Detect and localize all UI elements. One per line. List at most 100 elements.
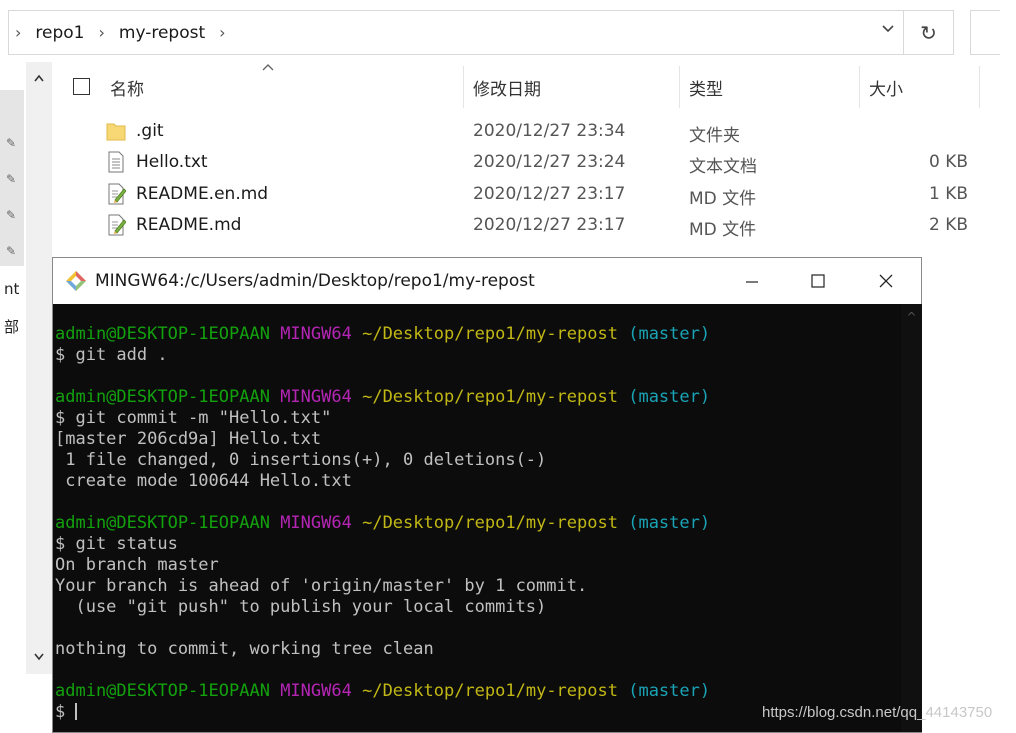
column-header-name[interactable]: 名称 <box>110 66 144 108</box>
file-size: 2 KB <box>928 215 968 235</box>
file-row[interactable]: Hello.txt 2020/12/27 23:24 文本文档 0 KB <box>60 147 980 178</box>
nav-scrollbar[interactable] <box>26 94 52 674</box>
watermark: https://blog.csdn.net/qq_44143750 <box>762 704 993 721</box>
search-input[interactable] <box>970 10 1000 55</box>
md-file-icon <box>108 183 126 205</box>
pin-icon[interactable]: ✎ <box>6 172 16 186</box>
address-dropdown-icon[interactable] <box>881 21 895 39</box>
terminal-line: $ git status <box>55 534 178 554</box>
sort-ascending-icon <box>262 60 274 75</box>
column-header-modified[interactable]: 修改日期 <box>473 66 541 108</box>
prompt-path: ~/Desktop/repo1/my-repost <box>362 513 618 533</box>
refresh-icon: ↻ <box>920 20 937 45</box>
prompt-user: admin@DESKTOP-1EOPAAN <box>55 324 270 344</box>
column-divider[interactable] <box>463 66 464 108</box>
maximize-icon <box>811 274 825 288</box>
navigation-pane[interactable]: ✎ ✎ ✎ ✎ nt 部 <box>0 62 52 712</box>
file-name: Hello.txt <box>136 152 208 172</box>
prompt-path: ~/Desktop/repo1/my-repost <box>362 387 618 407</box>
terminal-prompt-line: admin@DESKTOP-1EOPAAN MINGW64 ~/Desktop/… <box>53 324 901 345</box>
prompt-env: MINGW64 <box>280 387 352 407</box>
mingw-logo-icon <box>66 271 86 291</box>
scroll-up-icon[interactable] <box>26 62 52 94</box>
terminal-prompt-line: admin@DESKTOP-1EOPAAN MINGW64 ~/Desktop/… <box>53 513 901 534</box>
column-divider[interactable] <box>979 66 980 108</box>
file-size: 0 KB <box>928 152 968 172</box>
file-modified: 2020/12/27 23:17 <box>473 215 626 235</box>
terminal-line: On branch master <box>55 555 219 575</box>
file-modified: 2020/12/27 23:17 <box>473 184 626 204</box>
file-modified: 2020/12/27 23:24 <box>473 152 626 172</box>
prompt-env: MINGW64 <box>280 681 352 701</box>
prompt-user: admin@DESKTOP-1EOPAAN <box>55 513 270 533</box>
address-bar[interactable]: › repo1 › my-repost › <box>8 10 904 55</box>
terminal-line: Your branch is ahead of 'origin/master' … <box>55 576 588 596</box>
terminal-scrollbar[interactable]: ^ <box>901 304 922 732</box>
prompt-user: admin@DESKTOP-1EOPAAN <box>55 681 270 701</box>
terminal-line: 1 file changed, 0 insertions(+), 0 delet… <box>55 450 547 470</box>
file-type: MD 文件 <box>689 220 757 240</box>
text-cursor[interactable] <box>75 703 78 720</box>
file-name: README.en.md <box>136 184 269 204</box>
maximize-button[interactable] <box>785 258 851 304</box>
prompt-user: admin@DESKTOP-1EOPAAN <box>55 387 270 407</box>
prompt-branch: (master) <box>628 513 711 533</box>
chevron-right-icon[interactable]: › <box>219 23 225 42</box>
nav-item-label[interactable]: nt <box>4 280 19 298</box>
scroll-down-icon[interactable] <box>26 642 52 672</box>
refresh-button[interactable]: ↻ <box>904 10 954 55</box>
file-type: MD 文件 <box>689 189 757 209</box>
terminal-title-bar[interactable]: MINGW64:/c/Users/admin/Desktop/repo1/my-… <box>53 258 921 304</box>
terminal-line: (use "git push" to publish your local co… <box>55 597 547 617</box>
column-header-type[interactable]: 类型 <box>689 66 723 108</box>
folder-icon <box>106 123 126 141</box>
column-divider[interactable] <box>679 66 680 108</box>
column-header-size[interactable]: 大小 <box>869 66 903 108</box>
minimize-icon <box>746 281 758 283</box>
terminal-line: nothing to commit, working tree clean <box>55 639 434 659</box>
close-button[interactable] <box>853 258 919 304</box>
terminal-prompt-line: admin@DESKTOP-1EOPAAN MINGW64 ~/Desktop/… <box>53 387 901 408</box>
pin-icon[interactable]: ✎ <box>6 136 16 150</box>
md-file-icon <box>108 214 126 236</box>
pin-icon[interactable]: ✎ <box>6 244 16 258</box>
prompt-env: MINGW64 <box>280 513 352 533</box>
file-modified: 2020/12/27 23:34 <box>473 121 626 141</box>
close-icon <box>879 274 893 288</box>
text-file-icon <box>108 151 124 173</box>
terminal-window[interactable]: MINGW64:/c/Users/admin/Desktop/repo1/my-… <box>52 257 922 733</box>
select-all-checkbox[interactable] <box>73 78 90 95</box>
column-divider[interactable] <box>859 66 860 108</box>
minimize-button[interactable] <box>719 258 785 304</box>
terminal-line: $ git commit -m "Hello.txt" <box>55 408 332 428</box>
file-row[interactable]: .git 2020/12/27 23:34 文件夹 <box>60 116 980 147</box>
file-name: .git <box>136 121 164 141</box>
file-size: 1 KB <box>928 184 968 204</box>
nav-item-label[interactable]: 部 <box>4 316 19 337</box>
chevron-right-icon[interactable]: › <box>99 23 105 42</box>
terminal-prompt-line: admin@DESKTOP-1EOPAAN MINGW64 ~/Desktop/… <box>53 681 901 702</box>
file-row[interactable]: README.md 2020/12/27 23:17 MD 文件 2 KB <box>60 210 980 241</box>
terminal-input-prompt: $ <box>55 702 76 722</box>
breadcrumb-repo1[interactable]: repo1 <box>35 23 84 43</box>
pin-icon[interactable]: ✎ <box>6 208 16 222</box>
chevron-right-icon[interactable]: › <box>15 23 21 42</box>
scroll-up-icon[interactable]: ^ <box>901 310 922 324</box>
file-type: 文本文档 <box>689 157 757 177</box>
file-row[interactable]: README.en.md 2020/12/27 23:17 MD 文件 1 KB <box>60 179 980 210</box>
prompt-branch: (master) <box>628 324 711 344</box>
file-type: 文件夹 <box>689 126 740 146</box>
terminal-title: MINGW64:/c/Users/admin/Desktop/repo1/my-… <box>95 271 535 291</box>
prompt-branch: (master) <box>628 681 711 701</box>
terminal-output[interactable]: admin@DESKTOP-1EOPAAN MINGW64 ~/Desktop/… <box>53 304 901 732</box>
file-name: README.md <box>136 215 242 235</box>
prompt-branch: (master) <box>628 387 711 407</box>
breadcrumb-my-repost[interactable]: my-repost <box>119 23 205 43</box>
terminal-line: $ git add . <box>55 345 168 365</box>
prompt-path: ~/Desktop/repo1/my-repost <box>362 324 618 344</box>
terminal-line: create mode 100644 Hello.txt <box>55 471 352 491</box>
